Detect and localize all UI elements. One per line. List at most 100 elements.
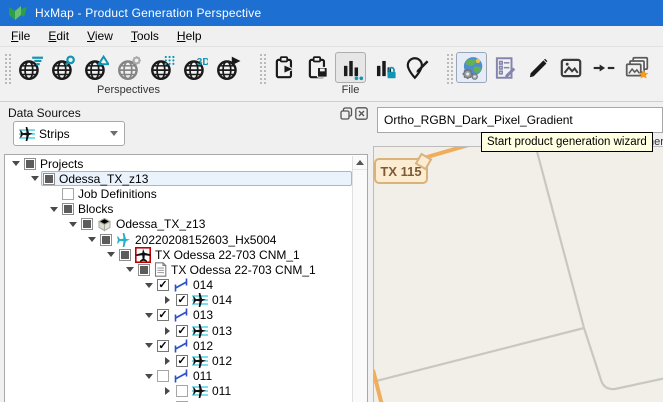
globe-play-perspective-button[interactable]: [212, 52, 243, 83]
chevron-down-icon: [110, 131, 118, 136]
float-panel-button[interactable]: [340, 107, 353, 120]
run-job-button[interactable]: [269, 52, 300, 83]
tree-item-label: 012: [193, 339, 213, 353]
pencil-icon: [525, 55, 551, 81]
menu-help[interactable]: Help: [168, 27, 211, 45]
menu-view[interactable]: View: [78, 27, 122, 45]
expand-icon[interactable]: [161, 387, 174, 395]
tree-row[interactable]: Blocks: [5, 202, 352, 217]
collapse-icon[interactable]: [142, 343, 155, 348]
edit-marker-button[interactable]: [401, 52, 432, 83]
tree-row[interactable]: 014: [5, 278, 352, 293]
toolbar-grip[interactable]: [258, 52, 266, 86]
expand-icon[interactable]: [161, 296, 174, 304]
menu-file[interactable]: File: [2, 27, 39, 45]
edit-product-button[interactable]: [522, 52, 553, 83]
tree-row[interactable]: Projects: [5, 156, 352, 171]
checkbox-checked[interactable]: [157, 340, 169, 352]
camera-plane-icon: [135, 247, 151, 263]
toolbar-grip[interactable]: [3, 52, 11, 86]
product-name-input[interactable]: [377, 107, 663, 133]
globe-filter-perspective-button[interactable]: [14, 52, 45, 83]
toolbar-group-label: Perspectives: [97, 84, 160, 96]
checkbox-checked[interactable]: [157, 309, 169, 321]
collapse-icon[interactable]: [28, 176, 41, 181]
data-source-type-dropdown[interactable]: Strips: [13, 121, 125, 146]
globe-settings-perspective-button[interactable]: [113, 52, 144, 83]
checkbox-partial[interactable]: [100, 234, 112, 246]
svg-text:3D: 3D: [196, 56, 207, 67]
scroll-up-button[interactable]: [353, 156, 367, 170]
globe-search-perspective-button[interactable]: [47, 52, 78, 83]
menu-bar: File Edit View Tools Help: [0, 26, 663, 47]
strip-plane-icon: [192, 324, 208, 338]
globe-gear-icon: [116, 55, 142, 81]
globe-triangulation-perspective-button[interactable]: [80, 52, 111, 83]
strip-segment-icon: [173, 369, 189, 383]
checkbox-checked[interactable]: [176, 325, 188, 337]
checkbox-partial[interactable]: [119, 249, 131, 261]
close-panel-button[interactable]: [355, 107, 368, 120]
product-statistics-button[interactable]: [335, 52, 366, 83]
tree-row[interactable]: 011: [5, 369, 352, 384]
collapse-icon[interactable]: [85, 237, 98, 242]
checkbox-unchecked[interactable]: [157, 370, 169, 382]
tree-row[interactable]: Odessa_TX_z13: [5, 171, 352, 186]
checkbox-partial[interactable]: [24, 158, 36, 170]
strip-segment-icon: [173, 278, 189, 292]
tree-row[interactable]: TX Odessa 22-703 CNM_1: [5, 247, 352, 262]
tree-row[interactable]: 20220208152603_Hx5004: [5, 232, 352, 247]
collapse-icon[interactable]: [47, 207, 60, 212]
batch-images-button[interactable]: [621, 52, 652, 83]
toolbar-grip[interactable]: [445, 52, 453, 86]
tree-scrollbar[interactable]: [352, 156, 367, 402]
tree-row[interactable]: TX Odessa 22-703 CNM_1: [5, 262, 352, 277]
collapse-icon[interactable]: [142, 283, 155, 288]
checkbox-unchecked[interactable]: [62, 188, 74, 200]
menu-edit[interactable]: Edit: [39, 27, 78, 45]
job-definition-list-button[interactable]: [489, 52, 520, 83]
tree-row[interactable]: 011: [5, 384, 352, 399]
image-preview-button[interactable]: [555, 52, 586, 83]
collapse-icon[interactable]: [9, 161, 22, 166]
checkbox-partial[interactable]: [62, 203, 74, 215]
start-product-generation-wizard-button[interactable]: [456, 52, 487, 83]
tree-row[interactable]: 014: [5, 293, 352, 308]
checkbox-unchecked[interactable]: [176, 385, 188, 397]
collapse-icon[interactable]: [142, 374, 155, 379]
expand-icon[interactable]: [161, 327, 174, 335]
collapse-icon[interactable]: [142, 313, 155, 318]
map-view[interactable]: TX 115: [373, 146, 663, 402]
collapse-icon[interactable]: [123, 267, 136, 272]
collapse-icon[interactable]: [66, 222, 79, 227]
expand-icon[interactable]: [161, 357, 174, 365]
tree-row[interactable]: 012: [5, 353, 352, 368]
checkbox-checked[interactable]: [157, 279, 169, 291]
globe-grid-perspective-button[interactable]: [146, 52, 177, 83]
clipboard-save-icon: [305, 55, 331, 81]
save-job-button[interactable]: [302, 52, 333, 83]
tree-row[interactable]: Job Definitions: [5, 186, 352, 201]
tree-item-label: TX Odessa 22-703 CNM_1: [171, 263, 316, 277]
checkbox-checked[interactable]: [176, 355, 188, 367]
merge-button[interactable]: [588, 52, 619, 83]
locked-statistics-button[interactable]: [368, 52, 399, 83]
tree-row-content: 20220208152603_Hx5004: [98, 232, 352, 247]
clipboard-play-icon: [272, 55, 298, 81]
checkbox-partial[interactable]: [43, 173, 55, 185]
globe-3d-perspective-button[interactable]: 3D: [179, 52, 210, 83]
checkbox-partial[interactable]: [81, 218, 93, 230]
tree-item-label: TX Odessa 22-703 CNM_1: [155, 248, 300, 262]
strip-plane-icon: [192, 354, 208, 368]
checkbox-partial[interactable]: [138, 264, 150, 276]
checkbox-checked[interactable]: [176, 294, 188, 306]
tree-row[interactable]: 013: [5, 323, 352, 338]
collapse-icon[interactable]: [104, 252, 117, 257]
tree-row[interactable]: 012: [5, 338, 352, 353]
tree-row[interactable]: 013: [5, 308, 352, 323]
tree-row[interactable]: Odessa_TX_z13: [5, 217, 352, 232]
menu-tools[interactable]: Tools: [122, 27, 168, 45]
tree-item-label: 20220208152603_Hx5004: [135, 233, 276, 247]
tree-row-content: Blocks: [60, 202, 352, 217]
window-title: HxMap - Product Generation Perspective: [35, 6, 261, 20]
